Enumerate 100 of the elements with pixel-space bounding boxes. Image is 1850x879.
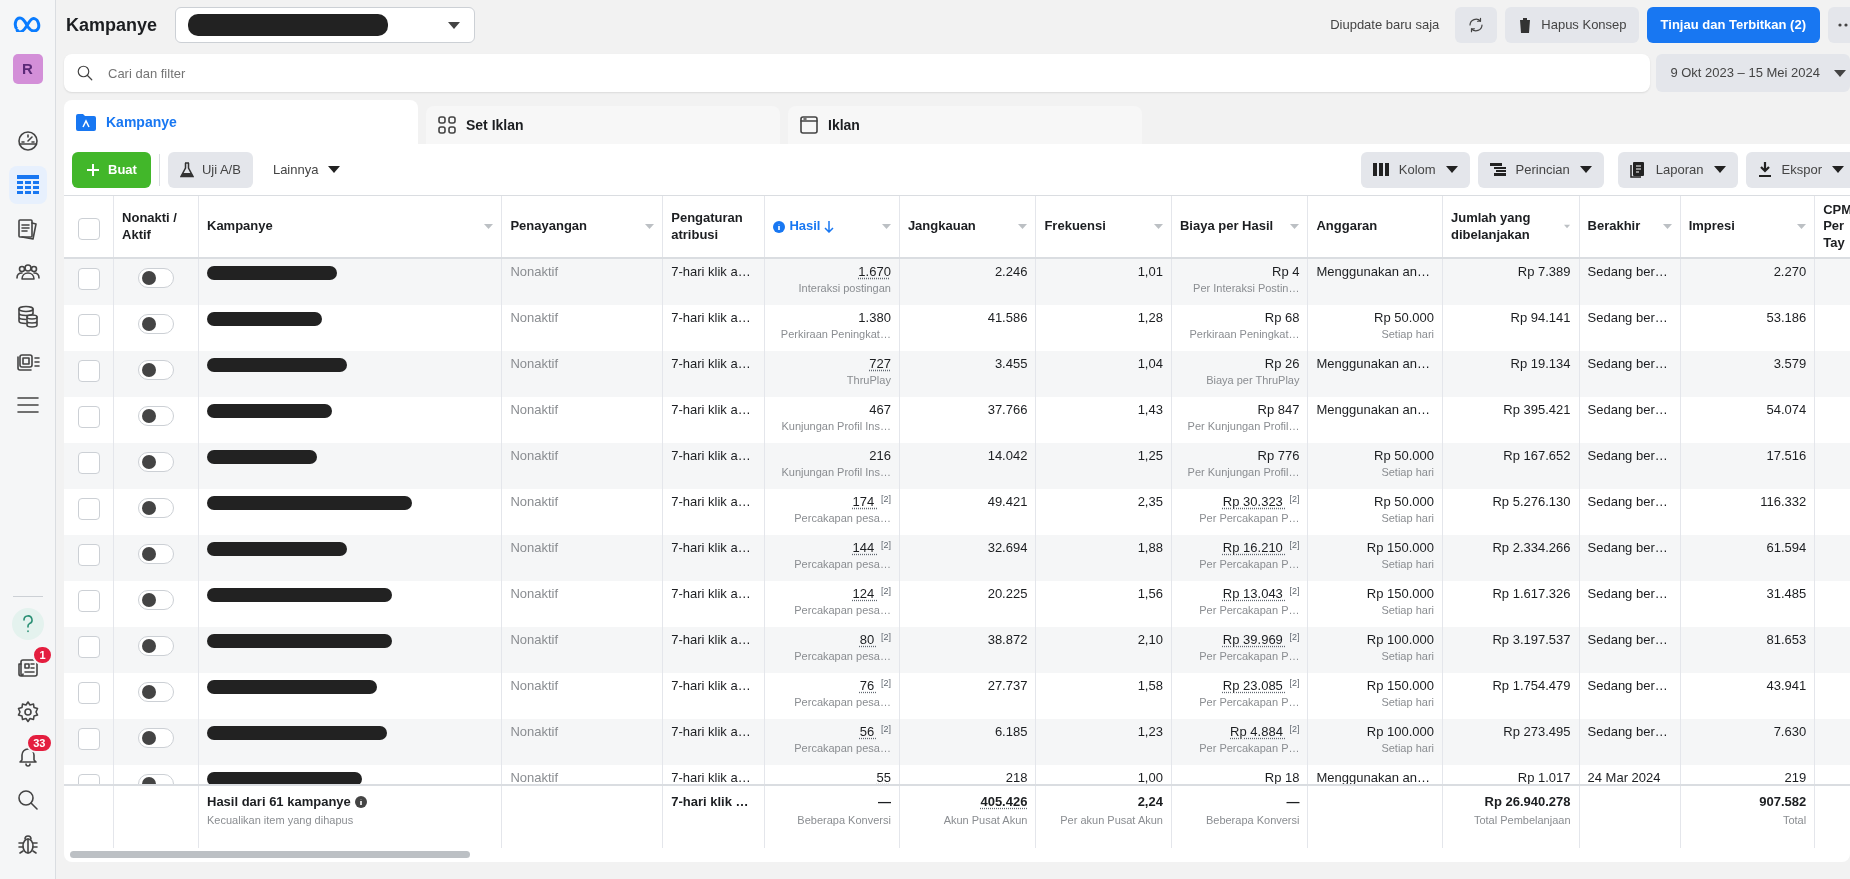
- attribution-setting: 7-hari klik a…: [671, 310, 751, 325]
- cost-per-result[interactable]: Rp 39.969 $^{[2]}$: [1222, 632, 1300, 647]
- attribution-setting: 7-hari klik a…: [671, 770, 751, 784]
- checkbox[interactable]: [77, 590, 100, 612]
- cost-per-result[interactable]: Rp 16.210 $^{[2]}$: [1222, 540, 1300, 555]
- delivery-status: Nonaktif: [510, 540, 559, 555]
- columns-button[interactable]: Kolom: [1360, 151, 1470, 188]
- page-title: Kampanye: [66, 13, 158, 37]
- result-value[interactable]: 80 $^{[2]}$: [859, 632, 891, 647]
- update-status: Diupdate baru saja: [1330, 16, 1440, 35]
- reach-value: 41.586: [987, 310, 1028, 325]
- settings-icon: [15, 700, 40, 724]
- campaign-dropdown[interactable]: [175, 7, 476, 43]
- delivery-status: Nonaktif: [510, 310, 559, 325]
- cost-per-result: Rp 18: [1264, 770, 1300, 784]
- toggle-switch[interactable]: [138, 728, 174, 748]
- menu-icon: [15, 395, 40, 415]
- impressions-value: 61.594: [1766, 540, 1807, 555]
- impressions-value: 53.186: [1766, 310, 1807, 325]
- refresh-button[interactable]: [1455, 7, 1498, 43]
- budget-period: Setiap hari: [1380, 740, 1434, 756]
- cost-per-result[interactable]: Rp 13.043 $^{[2]}$: [1222, 586, 1300, 601]
- cost-per-result[interactable]: Rp 23.085 $^{[2]}$: [1222, 678, 1300, 693]
- logo-icon[interactable]: [12, 14, 43, 32]
- tab[interactable]: Kampanye: [64, 100, 418, 144]
- delete-draft-button[interactable]: Hapus Konsep: [1505, 7, 1639, 43]
- checkbox[interactable]: [77, 217, 100, 240]
- impressions-value: 54.074: [1766, 402, 1807, 417]
- pages-icon: [15, 217, 40, 241]
- result-value[interactable]: 124 $^{[2]}$: [852, 586, 891, 601]
- end-status: Sedang ber…: [1587, 402, 1668, 417]
- toggle-switch[interactable]: [138, 268, 174, 288]
- checkbox[interactable]: [77, 636, 100, 658]
- cost-type: Per Percakapan P…: [1198, 510, 1300, 526]
- result-value[interactable]: 55: [876, 770, 891, 784]
- flask-icon: [179, 161, 194, 178]
- toggle-switch[interactable]: [138, 498, 174, 518]
- breakdown-button[interactable]: Perincian: [1477, 151, 1604, 188]
- result-value[interactable]: 76 $^{[2]}$: [859, 678, 891, 693]
- summary-label: Beberapa Konversi: [796, 812, 891, 828]
- reports-icon: [1629, 161, 1646, 178]
- toggle-switch[interactable]: [138, 452, 174, 472]
- end-status: Sedang ber…: [1587, 494, 1668, 509]
- tab[interactable]: Iklan: [788, 106, 1142, 144]
- account-avatar[interactable]: R: [12, 54, 43, 84]
- sort-icon: [645, 224, 655, 229]
- attribution-setting: 7-hari klik a…: [671, 632, 751, 647]
- cost-per-result: Rp 26: [1264, 356, 1300, 371]
- result-type: Kunjungan Profil Ins…: [780, 464, 891, 480]
- frequency-value: 2,10: [1137, 632, 1163, 647]
- amount-spent: Rp 395.421: [1503, 402, 1571, 417]
- sort-icon: [1797, 224, 1807, 229]
- cost-per-result[interactable]: Rp 4.884 $^{[2]}$: [1230, 724, 1300, 739]
- checkbox[interactable]: [77, 268, 100, 290]
- cost-type: Biaya per ThruPlay: [1205, 372, 1300, 388]
- toggle-switch[interactable]: [138, 682, 174, 702]
- toggle-switch[interactable]: [138, 406, 174, 426]
- delivery-status: Nonaktif: [510, 356, 559, 371]
- impressions-value: 116.332: [1760, 494, 1807, 509]
- checkbox[interactable]: [77, 452, 100, 474]
- checkbox[interactable]: [77, 682, 100, 704]
- ab-test-button[interactable]: Uji A/B: [167, 151, 253, 188]
- toggle-switch[interactable]: [138, 360, 174, 380]
- result-value[interactable]: 56 $^{[2]}$: [859, 724, 891, 739]
- summary-title: Hasil dari 61 kampanye: [207, 793, 351, 811]
- summary-note: Kecualikan item yang dihapus: [207, 812, 355, 828]
- toggle-switch[interactable]: [138, 314, 174, 334]
- toggle-switch[interactable]: [138, 636, 174, 656]
- toggle-switch[interactable]: [138, 590, 174, 610]
- checkbox[interactable]: [77, 360, 100, 382]
- checkbox[interactable]: [77, 314, 100, 336]
- result-value[interactable]: 727: [869, 356, 891, 371]
- sort-icon: [1662, 224, 1672, 229]
- info-icon: [354, 795, 367, 808]
- impressions-value: 3.579: [1773, 356, 1807, 371]
- toggle-switch[interactable]: [138, 544, 174, 564]
- budget-period: Setiap hari: [1380, 648, 1434, 664]
- delivery-status: Nonaktif: [510, 264, 559, 279]
- review-publish-button[interactable]: Tinjau dan Terbitkan (2): [1646, 7, 1820, 43]
- more-menu-button[interactable]: Lainnya: [260, 151, 353, 188]
- export-button[interactable]: Ekspor: [1745, 151, 1850, 188]
- checkbox[interactable]: [77, 544, 100, 566]
- attribution-setting: 7-hari klik a…: [671, 540, 751, 555]
- result-value[interactable]: 1.670: [858, 264, 891, 279]
- result-value[interactable]: 144 $^{[2]}$: [852, 540, 891, 555]
- checkbox[interactable]: [77, 406, 100, 428]
- checkbox[interactable]: [77, 498, 100, 520]
- caret-icon: [1445, 166, 1458, 173]
- frequency-value: 1,01: [1137, 264, 1163, 279]
- checkbox[interactable]: [77, 728, 100, 750]
- tab[interactable]: Set Iklan: [426, 106, 780, 144]
- result-value[interactable]: 174 $^{[2]}$: [852, 494, 891, 509]
- amount-spent: Rp 2.334.266: [1492, 540, 1571, 555]
- sidebar-item[interactable]: [8, 166, 47, 204]
- cost-per-result[interactable]: Rp 30.323 $^{[2]}$: [1222, 494, 1300, 509]
- budget-value: Menggunakan an…: [1316, 356, 1430, 371]
- reports-button[interactable]: Laporan: [1617, 151, 1738, 188]
- date-range-button[interactable]: 9 Okt 2023 – 15 Mei 2024: [1656, 54, 1850, 92]
- summary-label: Per akun Pusat Akun: [1059, 812, 1163, 828]
- summary-label: Total: [1781, 812, 1807, 828]
